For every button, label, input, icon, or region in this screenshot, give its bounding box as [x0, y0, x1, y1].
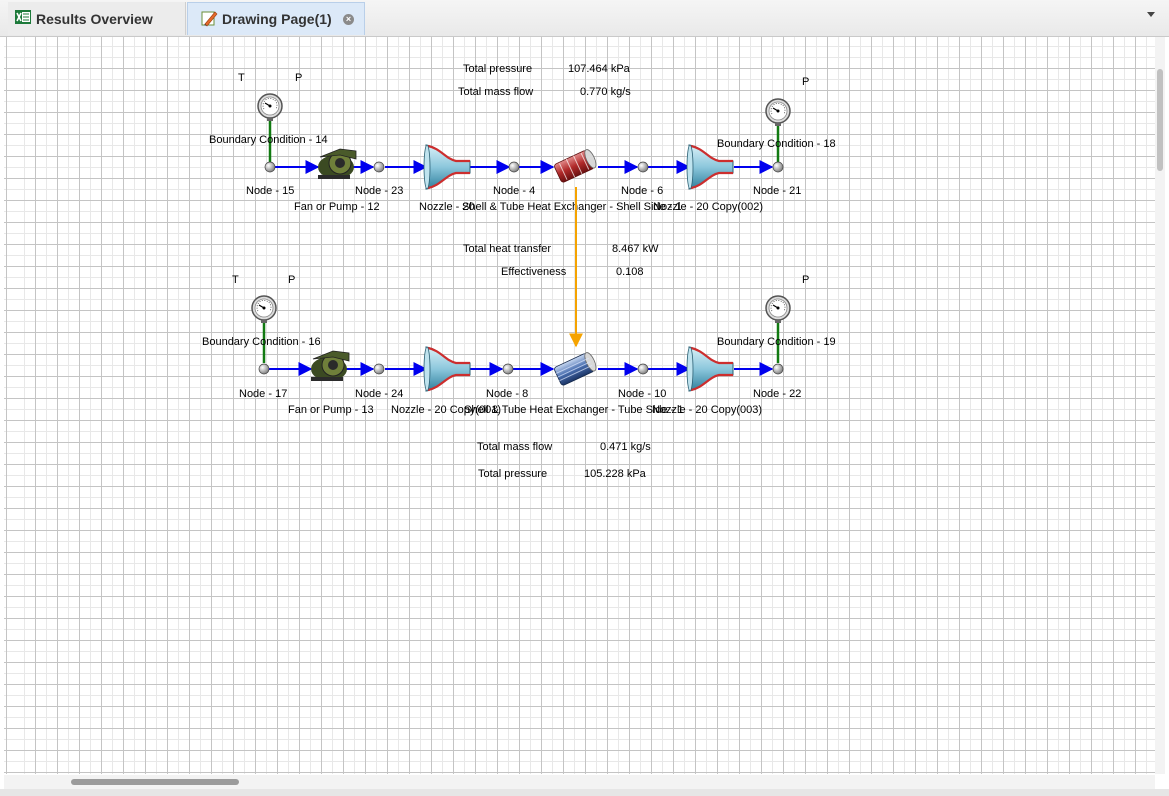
bottom-total-mass-flow-label: Total mass flow	[477, 441, 552, 453]
close-tab-icon[interactable]: ×	[343, 14, 354, 25]
bc-16-label: Boundary Condition - 16	[202, 336, 321, 348]
boundary-condition-18-gauge-icon[interactable]	[765, 98, 791, 127]
node-6-label: Node - 6	[621, 185, 663, 197]
fan-pump-12-icon[interactable]	[317, 148, 357, 180]
node-6[interactable]	[637, 161, 649, 173]
node-4-label: Node - 4	[493, 185, 535, 197]
hx-total-heat-transfer-label: Total heat transfer	[463, 243, 551, 255]
node-24[interactable]	[373, 363, 385, 375]
vertical-scroll-thumb[interactable]	[1157, 69, 1163, 171]
node-8[interactable]	[502, 363, 514, 375]
excel-icon	[14, 8, 32, 29]
drawing-canvas[interactable]: Total pressure 107.464 kPa Total mass fl…	[4, 37, 1155, 774]
boundary-condition-14-gauge-icon[interactable]	[257, 93, 283, 122]
fan-pump-12-label: Fan or Pump - 12	[294, 201, 380, 213]
nozzle-20-icon[interactable]	[422, 143, 472, 191]
tab-list-dropdown-icon[interactable]	[1147, 12, 1155, 17]
shell-tube-hx-tube-side-icon[interactable]	[554, 351, 599, 386]
top-total-pressure-label: Total pressure	[463, 63, 532, 75]
node-10[interactable]	[637, 363, 649, 375]
top-p-right-label: P	[802, 76, 809, 88]
top-p-left-label: P	[295, 72, 302, 84]
shell-tube-hx-shell-side-icon[interactable]	[554, 148, 599, 183]
tab-results-overview[interactable]: Results Overview	[8, 2, 186, 35]
bc-18-label: Boundary Condition - 18	[717, 138, 836, 150]
vertical-scrollbar[interactable]	[1155, 37, 1165, 774]
node-21-label: Node - 21	[753, 185, 801, 197]
boundary-condition-16-gauge-icon[interactable]	[251, 295, 277, 324]
bottom-total-mass-flow-value: 0.471 kg/s	[600, 441, 651, 453]
bottom-p-left-label: P	[288, 274, 295, 286]
node-21[interactable]	[772, 161, 784, 173]
node-4[interactable]	[508, 161, 520, 173]
node-23[interactable]	[373, 161, 385, 173]
nozzle-20-copy-002-label: Nozzle - 20 Copy(002)	[653, 201, 763, 213]
top-total-mass-flow-label: Total mass flow	[458, 86, 533, 98]
bottom-total-pressure-value: 105.228 kPa	[584, 468, 647, 480]
node-8-label: Node - 8	[486, 388, 528, 400]
top-total-pressure-value: 107.464 kPa	[568, 63, 631, 75]
node-10-label: Node - 10	[618, 388, 666, 400]
fan-pump-13-label: Fan or Pump - 13	[288, 404, 374, 416]
nozzle-20-copy-002-icon[interactable]	[685, 143, 735, 191]
hx-shell-side-label: Shell & Tube Heat Exchanger - Shell Side…	[462, 201, 682, 213]
node-15-label: Node - 15	[246, 185, 294, 197]
nozzle-20-copy-003-icon[interactable]	[685, 345, 735, 393]
bc-14-label: Boundary Condition - 14	[209, 134, 328, 146]
node-17[interactable]	[258, 363, 270, 375]
bottom-t-label: T	[232, 274, 239, 286]
boundary-condition-19-gauge-icon[interactable]	[765, 295, 791, 324]
tab-bar: Results Overview Drawing Page(1) ×	[0, 0, 1169, 37]
status-strip	[0, 789, 1169, 796]
bottom-total-pressure-label: Total pressure	[478, 468, 547, 480]
hx-tube-side-label: Shell & Tube Heat Exchanger - Tube Side …	[464, 404, 684, 416]
horizontal-scroll-thumb[interactable]	[71, 779, 239, 785]
hx-effectiveness-value: 0.108	[616, 266, 644, 278]
nozzle-20-copy-003-label: Nozzle - 20 Copy(003)	[652, 404, 762, 416]
tab-results-label: Results Overview	[36, 10, 153, 27]
bottom-p-right-label: P	[802, 274, 809, 286]
nozzle-20-copy-001-icon[interactable]	[422, 345, 472, 393]
node-24-label: Node - 24	[355, 388, 403, 400]
tab-drawing-label: Drawing Page(1)	[222, 11, 332, 27]
node-22[interactable]	[772, 363, 784, 375]
bc-19-label: Boundary Condition - 19	[717, 336, 836, 348]
node-22-label: Node - 22	[753, 388, 801, 400]
top-total-mass-flow-value: 0.770 kg/s	[580, 86, 631, 98]
node-17-label: Node - 17	[239, 388, 287, 400]
pencil-drawing-icon	[200, 9, 218, 30]
hx-total-heat-transfer-value: 8.467 kW	[612, 243, 659, 255]
horizontal-scrollbar[interactable]	[4, 775, 1155, 789]
flow-diagram: Total pressure 107.464 kPa Total mass fl…	[202, 63, 836, 480]
tab-drawing-page[interactable]: Drawing Page(1) ×	[187, 2, 365, 35]
fan-pump-13-icon[interactable]	[310, 350, 350, 382]
node-15[interactable]	[264, 161, 276, 173]
node-23-label: Node - 23	[355, 185, 403, 197]
top-t-label: T	[238, 72, 245, 84]
hx-effectiveness-label: Effectiveness	[501, 266, 567, 278]
